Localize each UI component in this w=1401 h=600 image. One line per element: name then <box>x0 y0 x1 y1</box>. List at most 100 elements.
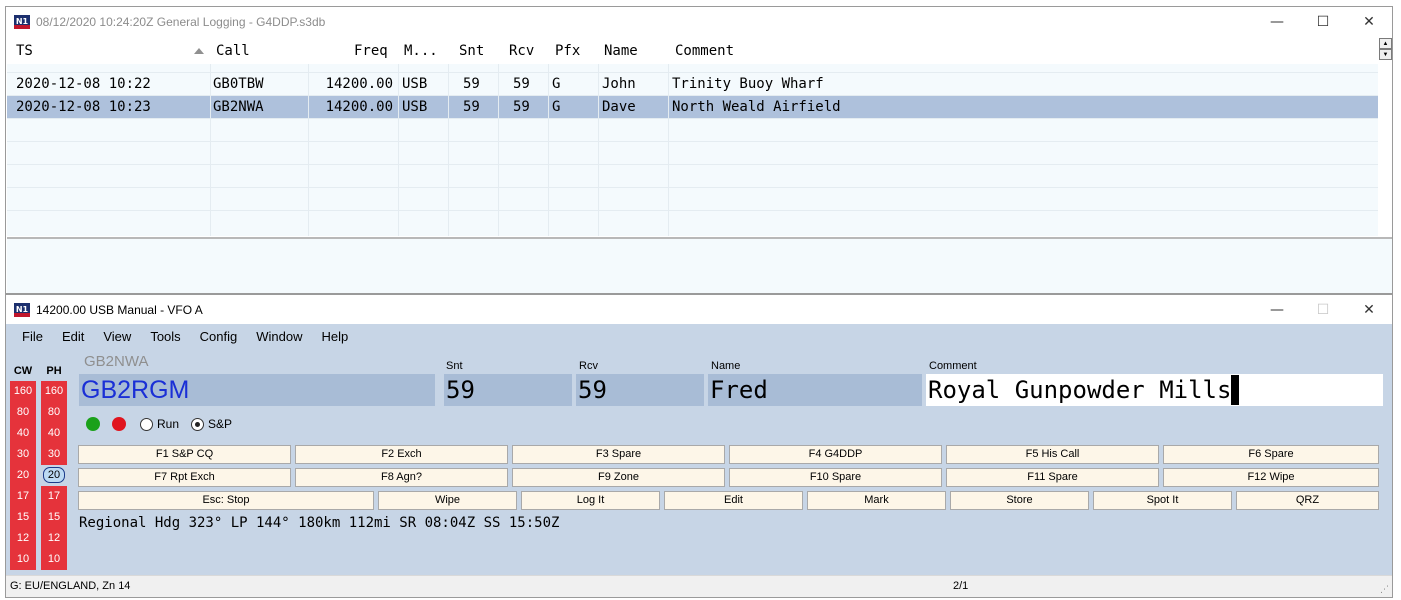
menu-window[interactable]: Window <box>256 329 302 344</box>
menu-config[interactable]: Config <box>200 329 238 344</box>
esc-stop-button[interactable]: Esc: Stop <box>78 491 374 510</box>
cell-rcv: 59 <box>513 76 530 92</box>
cell-pfx: G <box>552 99 561 115</box>
mark-button[interactable]: Mark <box>807 491 946 510</box>
menu-file[interactable]: File <box>22 329 43 344</box>
cell-freq: 14200.00 <box>325 99 393 115</box>
column-header-pfx[interactable]: Pfx <box>555 43 580 59</box>
f10-button[interactable]: F10 Spare <box>729 468 942 487</box>
store-button[interactable]: Store <box>950 491 1089 510</box>
f12-button[interactable]: F12 Wipe <box>1163 468 1379 487</box>
snt-label: Snt <box>446 360 463 372</box>
beam-heading-info: Regional Hdg 323° LP 144° 180km 112mi SR… <box>79 515 560 531</box>
cell-mode: USB <box>402 99 428 115</box>
band-button-ph-15[interactable]: 15 <box>41 507 67 528</box>
band-button-ph-10[interactable]: 10 <box>41 549 67 570</box>
column-header-rcv[interactable]: Rcv <box>509 43 534 59</box>
table-row-selected[interactable]: 2020-12-08 10:23 GB2NWA 14200.00 USB 59 … <box>7 95 1378 118</box>
log-window-title: 08/12/2020 10:24:20Z General Logging - G… <box>36 15 326 29</box>
scroll-down-icon[interactable]: ▼ <box>1379 49 1392 60</box>
column-header-ts[interactable]: TS <box>16 43 33 59</box>
f2-button[interactable]: F2 Exch <box>295 445 508 464</box>
red-status-led <box>112 417 126 431</box>
band-button-ph-160[interactable]: 160 <box>41 381 67 402</box>
cell-comment: North Weald Airfield <box>672 99 841 115</box>
entry-titlebar[interactable]: N1 14200.00 USB Manual - VFO A — ☐ ✕ <box>6 295 1392 324</box>
wipe-button[interactable]: Wipe <box>378 491 517 510</box>
band-button-cw-40[interactable]: 40 <box>10 423 36 444</box>
band-button-cw-160[interactable]: 160 <box>10 381 36 402</box>
edit-button[interactable]: Edit <box>664 491 803 510</box>
f3-button[interactable]: F3 Spare <box>512 445 725 464</box>
band-button-cw-12[interactable]: 12 <box>10 528 36 549</box>
band-button-cw-17[interactable]: 17 <box>10 486 36 507</box>
band-button-ph-17[interactable]: 17 <box>41 486 67 507</box>
band-button-cw-30[interactable]: 30 <box>10 444 36 465</box>
minimize-button[interactable]: — <box>1254 295 1300 325</box>
rcv-label: Rcv <box>579 360 598 372</box>
close-button[interactable]: ✕ <box>1346 295 1392 325</box>
f6-button[interactable]: F6 Spare <box>1163 445 1379 464</box>
band-column-ph: PH 160 80 40 30 20 17 15 12 10 <box>41 361 67 570</box>
log-titlebar[interactable]: N1 08/12/2020 10:24:20Z General Logging … <box>6 7 1392 37</box>
last-call-label: GB2NWA <box>84 353 149 370</box>
f5-button[interactable]: F5 His Call <box>946 445 1159 464</box>
qrz-button[interactable]: QRZ <box>1236 491 1379 510</box>
maximize-button[interactable]: ☐ <box>1300 7 1346 37</box>
rcv-input[interactable]: 59 <box>576 374 704 406</box>
column-header-freq[interactable]: Freq <box>354 43 388 59</box>
menu-edit[interactable]: Edit <box>62 329 84 344</box>
n1mm-logo-icon: N1 <box>14 15 30 29</box>
menu-help[interactable]: Help <box>322 329 349 344</box>
n1mm-logo-icon: N1 <box>14 302 30 317</box>
table-row-empty <box>7 187 1378 210</box>
name-input[interactable]: Fred <box>708 374 922 406</box>
cell-call: GB2NWA <box>213 99 264 115</box>
scroll-up-icon[interactable]: ▲ <box>1379 38 1392 49</box>
menu-view[interactable]: View <box>103 329 131 344</box>
close-button[interactable]: ✕ <box>1346 7 1392 37</box>
f1-button[interactable]: F1 S&P CQ <box>78 445 291 464</box>
column-header-comment[interactable]: Comment <box>675 43 734 59</box>
callsign-input[interactable]: GB2RGM <box>79 374 435 406</box>
band-button-cw-20[interactable]: 20 <box>10 465 36 486</box>
selected-band-label: 20 <box>43 467 65 483</box>
name-label: Name <box>711 360 741 372</box>
band-button-ph-12[interactable]: 12 <box>41 528 67 549</box>
log-window: N1 08/12/2020 10:24:20Z General Logging … <box>5 6 1393 294</box>
column-header-mode[interactable]: M... <box>404 43 438 59</box>
column-header-name[interactable]: Name <box>604 43 638 59</box>
run-radio[interactable]: Run <box>140 417 179 431</box>
column-divider <box>448 64 449 236</box>
cell-rcv: 59 <box>513 99 530 115</box>
column-header-snt[interactable]: Snt <box>459 43 484 59</box>
band-button-ph-20-selected[interactable]: 20 <box>41 465 67 486</box>
column-divider <box>398 64 399 236</box>
menu-tools[interactable]: Tools <box>150 329 180 344</box>
spot-it-button[interactable]: Spot It <box>1093 491 1232 510</box>
f8-button[interactable]: F8 Agn? <box>295 468 508 487</box>
f4-button[interactable]: F4 G4DDP <box>729 445 942 464</box>
cell-call: GB0TBW <box>213 76 264 92</box>
f11-button[interactable]: F11 Spare <box>946 468 1159 487</box>
sp-radio[interactable]: S&P <box>191 417 232 431</box>
band-button-cw-15[interactable]: 15 <box>10 507 36 528</box>
f7-button[interactable]: F7 Rpt Exch <box>78 468 291 487</box>
table-row[interactable]: 2020-12-08 10:22 GB0TBW 14200.00 USB 59 … <box>7 72 1378 95</box>
band-button-ph-80[interactable]: 80 <box>41 402 67 423</box>
column-header-call[interactable]: Call <box>216 43 250 59</box>
f9-button[interactable]: F9 Zone <box>512 468 725 487</box>
band-button-cw-10[interactable]: 10 <box>10 549 36 570</box>
minimize-button[interactable]: — <box>1254 7 1300 37</box>
band-button-cw-80[interactable]: 80 <box>10 402 36 423</box>
band-button-ph-30[interactable]: 30 <box>41 444 67 465</box>
band-button-ph-40[interactable]: 40 <box>41 423 67 444</box>
log-window-controls: — ☐ ✕ <box>1254 7 1392 37</box>
cell-freq: 14200.00 <box>325 76 393 92</box>
resize-grip-icon[interactable]: ⋰ <box>1380 585 1390 595</box>
log-scroll-spinner[interactable]: ▲ ▼ <box>1379 38 1393 60</box>
log-it-button[interactable]: Log It <box>521 491 660 510</box>
snt-input[interactable]: 59 <box>444 374 572 406</box>
comment-input[interactable]: Royal Gunpowder Mills <box>926 374 1383 406</box>
log-grid[interactable]: TS Call Freq M... Snt Rcv Pfx Name Comme… <box>7 38 1378 236</box>
